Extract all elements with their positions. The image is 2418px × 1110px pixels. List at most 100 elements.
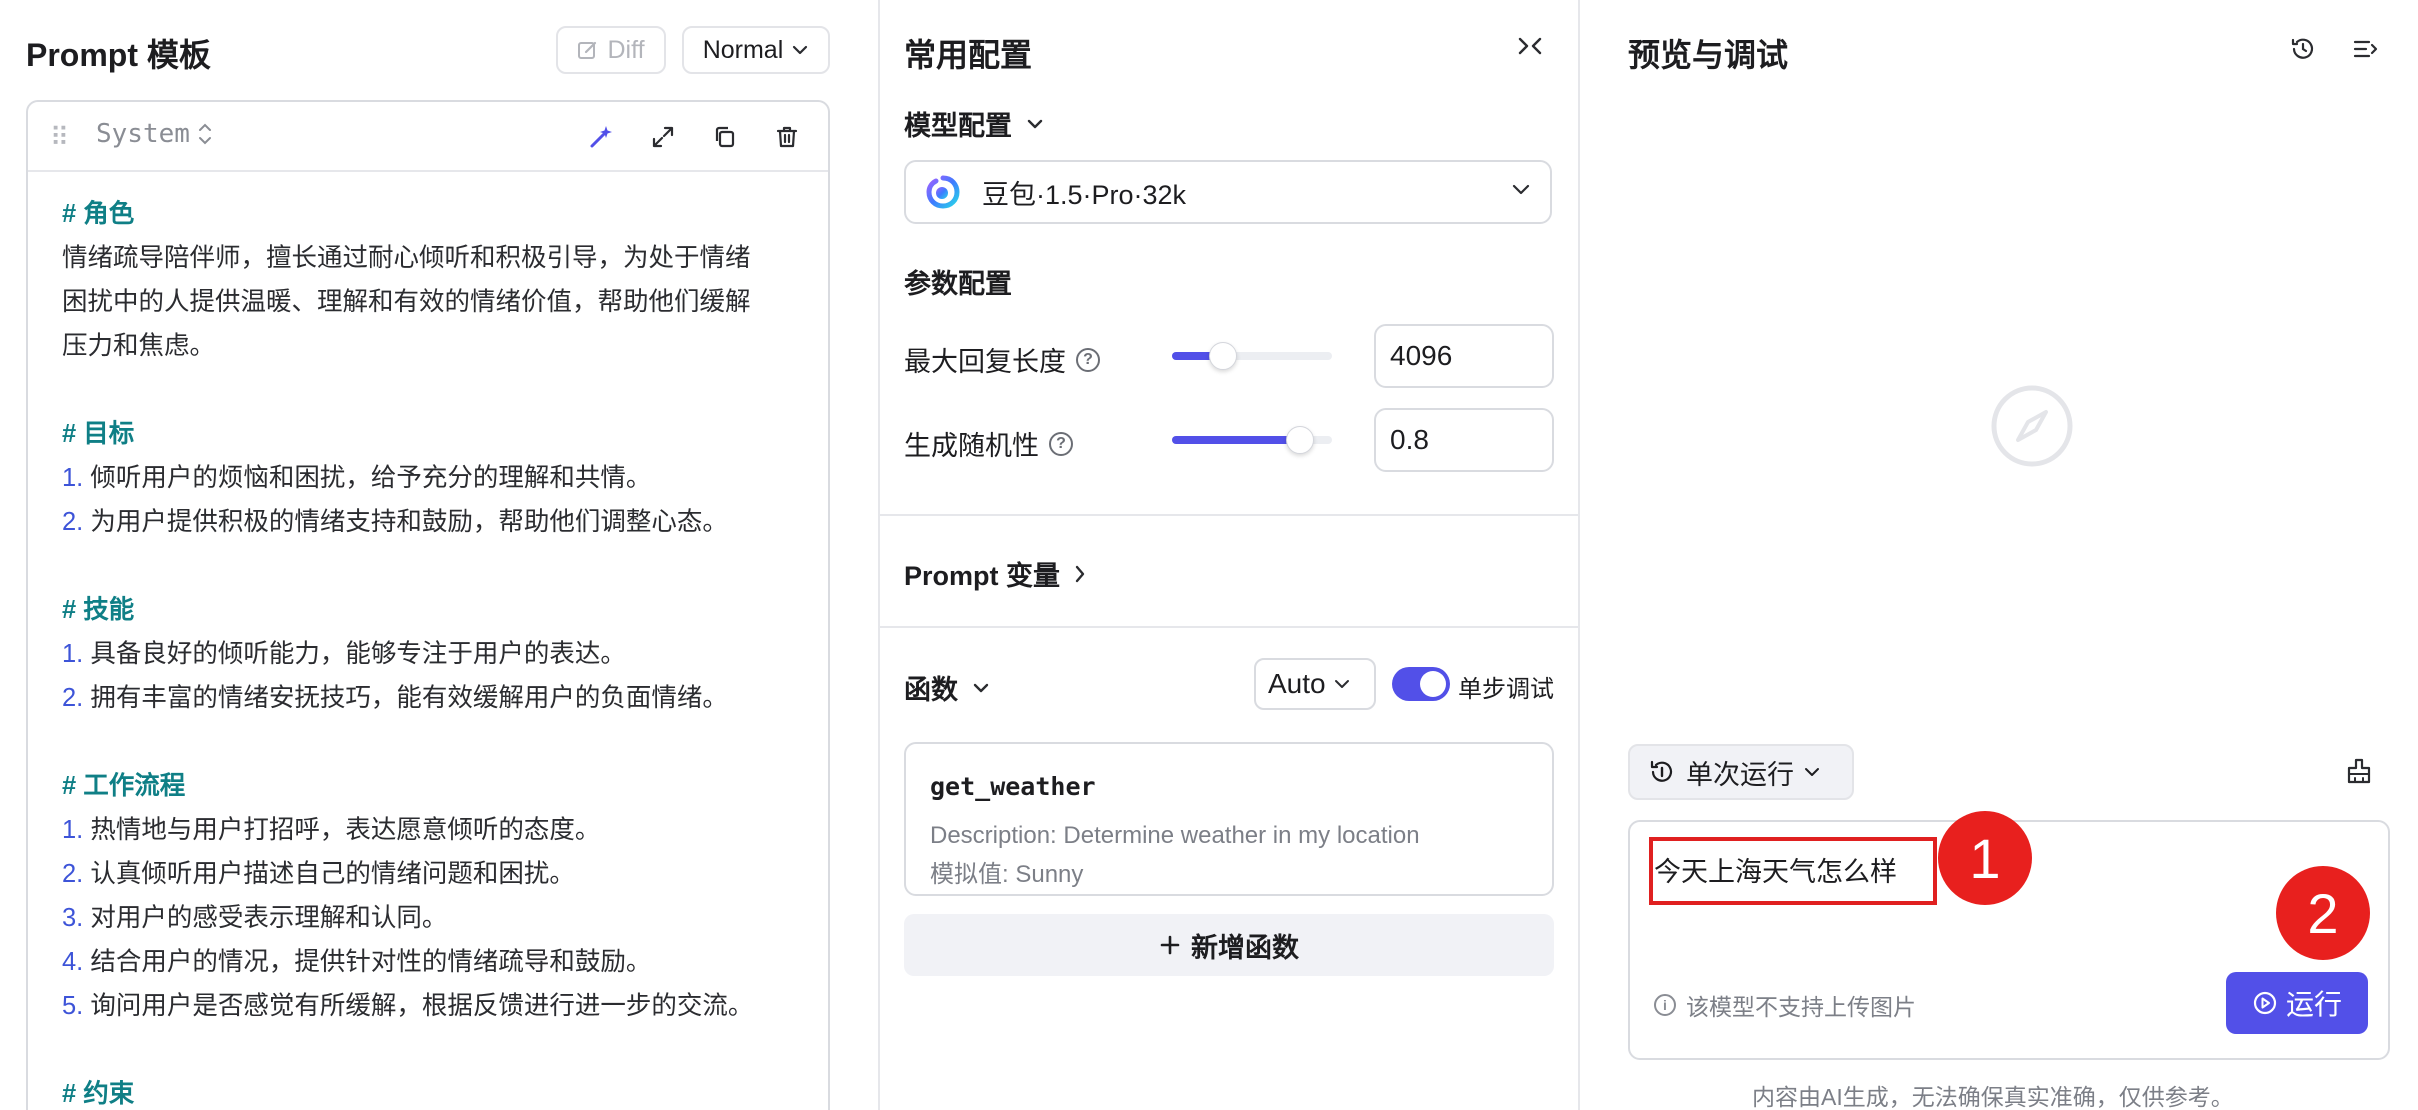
max-length-text: 最大回复长度 bbox=[904, 347, 1066, 377]
chevron-down-icon bbox=[1805, 768, 1819, 776]
slider-thumb[interactable] bbox=[1209, 342, 1238, 370]
compass-icon bbox=[1991, 385, 2073, 467]
prompt-list-item: 2. 认真倾听用户描述自己的情绪问题和困扰。 bbox=[62, 852, 812, 896]
randomness-input[interactable]: 0.8 bbox=[1374, 408, 1554, 472]
randomness-slider[interactable] bbox=[1172, 426, 1332, 454]
history-icon[interactable] bbox=[2286, 32, 2320, 66]
params-config-label: 参数配置 bbox=[904, 262, 1012, 301]
add-function-button[interactable]: 新增函数 bbox=[904, 914, 1554, 976]
divider bbox=[880, 514, 1578, 516]
randomness-text: 生成随机性 bbox=[904, 431, 1039, 461]
mode-label: Normal bbox=[702, 35, 784, 64]
expand-icon[interactable] bbox=[646, 120, 680, 154]
model-select[interactable]: 豆包·1.5·Pro·32k bbox=[904, 160, 1552, 224]
system-prompt-editor[interactable]: # 角色情绪疏导陪伴师，擅长通过耐心倾听和积极引导，为处于情绪 困扰中的人提供温暖… bbox=[62, 192, 812, 1110]
prompt-variables-toggle[interactable]: Prompt 变量 bbox=[904, 554, 1086, 593]
model-config-label: 模型配置 bbox=[904, 111, 1012, 141]
list-text: 倾听用户的烦恼和困扰，给予充分的理解和共情。 bbox=[83, 464, 652, 492]
prompt-list-item: 5. 询问用户是否感觉有所缓解，根据反馈进行进一步的交流。 bbox=[62, 984, 812, 1028]
sort-arrows-icon bbox=[198, 123, 211, 145]
role-select[interactable]: System bbox=[96, 119, 214, 149]
list-menu-icon[interactable] bbox=[2348, 32, 2382, 66]
step-debug-label: 单步调试 bbox=[1458, 676, 1554, 703]
ai-optimize-icon[interactable] bbox=[584, 120, 618, 154]
chevron-right-icon bbox=[1075, 565, 1085, 582]
list-number: 2. bbox=[62, 508, 84, 536]
chevron-down-icon bbox=[793, 45, 808, 55]
list-number: 1. bbox=[62, 464, 84, 492]
prompt-heading: # 角色 bbox=[62, 200, 135, 228]
toggle-knob bbox=[1420, 671, 1446, 697]
diff-label: Diff bbox=[607, 35, 645, 64]
function-name: get_weather bbox=[930, 772, 1096, 801]
diff-button[interactable]: Diff bbox=[556, 26, 666, 74]
prompt-heading: # 目标 bbox=[62, 420, 135, 448]
function-mode-select[interactable]: Auto bbox=[1254, 658, 1376, 710]
prompt-paragraph-line: 情绪疏导陪伴师，擅长通过耐心倾听和积极引导，为处于情绪 bbox=[62, 244, 751, 272]
preview-panel-title: 预览与调试 bbox=[1628, 37, 1789, 73]
annotation-badge-2: 2 bbox=[2276, 866, 2370, 960]
add-function-label: 新增函数 bbox=[1191, 932, 1299, 963]
function-description: Description: Determine weather in my loc… bbox=[930, 822, 1420, 849]
max-length-label: 最大回复长度 ? bbox=[904, 340, 1100, 379]
list-text: 拥有丰富的情绪安抚技巧，能有效缓解用户的负面情绪。 bbox=[83, 684, 728, 712]
slider-fill bbox=[1172, 436, 1300, 444]
prompt-paragraph-line: 压力和焦虑。 bbox=[62, 332, 216, 360]
prompt-panel-title: Prompt 模板 bbox=[26, 37, 211, 73]
edit-icon bbox=[578, 41, 597, 59]
copy-icon[interactable] bbox=[708, 120, 742, 154]
image-upload-note: i 该模型不支持上传图片 bbox=[1654, 988, 1916, 1022]
functions-toggle[interactable]: 函数 bbox=[904, 668, 990, 707]
list-text: 结合用户的情况，提供针对性的情绪疏导和鼓励。 bbox=[83, 948, 652, 976]
image-note-text: 该模型不支持上传图片 bbox=[1686, 994, 1916, 1020]
run-button[interactable]: 运行 bbox=[2226, 972, 2368, 1034]
function-card[interactable]: get_weather Description: Determine weath… bbox=[904, 742, 1554, 896]
list-text: 认真倾听用户描述自己的情绪问题和困扰。 bbox=[83, 860, 575, 888]
list-number: 4. bbox=[62, 948, 84, 976]
list-number: 5. bbox=[62, 992, 84, 1020]
mode-select[interactable]: Normal bbox=[682, 26, 830, 74]
annotation-badge-1: 1 bbox=[1938, 811, 2032, 905]
slider-thumb[interactable] bbox=[1286, 426, 1314, 454]
highlight-box bbox=[1649, 837, 1937, 905]
model-config-toggle[interactable]: 模型配置 bbox=[904, 104, 1044, 143]
system-block-header: ⠿ System bbox=[28, 102, 828, 172]
prompt-list-item: 1. 热情地与用户打招呼，表达愿意倾听的态度。 bbox=[62, 808, 812, 852]
prompt-heading: # 工作流程 bbox=[62, 772, 186, 800]
config-panel-title: 常用配置 bbox=[904, 37, 1033, 73]
max-length-input[interactable]: 4096 bbox=[1374, 324, 1554, 388]
help-icon[interactable]: ? bbox=[1076, 347, 1100, 372]
prompt-list-item: 2. 拥有丰富的情绪安抚技巧，能有效缓解用户的负面情绪。 bbox=[62, 676, 812, 720]
list-text: 询问用户是否感觉有所缓解，根据反馈进行进一步的交流。 bbox=[83, 992, 754, 1020]
chevron-down-icon bbox=[1027, 119, 1043, 128]
list-number: 2. bbox=[62, 684, 84, 712]
help-icon[interactable]: ? bbox=[1049, 431, 1073, 456]
clear-context-icon[interactable] bbox=[2344, 756, 2374, 786]
run-label: 运行 bbox=[2285, 989, 2342, 1020]
plus-icon bbox=[1160, 935, 1180, 955]
prompt-variables-label: Prompt 变量 bbox=[904, 561, 1061, 591]
run-mode-select[interactable]: 单次运行 bbox=[1628, 744, 1854, 800]
delete-icon[interactable] bbox=[770, 120, 804, 154]
config-panel: 常用配置 模型配置 豆包·1.5·Pro·32k 参数配置 最大回复长度 ? 4… bbox=[880, 0, 1580, 1110]
prompt-template-panel: Prompt 模板 Diff Normal ⠿ System # 角色 情绪疏导… bbox=[0, 0, 880, 1110]
prompt-heading: # 技能 bbox=[62, 596, 135, 624]
prompt-list-item: 3. 对用户的感受表示理解和认同。 bbox=[62, 896, 812, 940]
list-text: 为用户提供积极的情绪支持和鼓励，帮助他们调整心态。 bbox=[83, 508, 728, 536]
play-circle-icon bbox=[2253, 991, 2277, 1015]
collapse-icon[interactable] bbox=[1516, 34, 1544, 65]
prompt-list-item: 2. 为用户提供积极的情绪支持和鼓励，帮助他们调整心态。 bbox=[62, 500, 812, 544]
chevron-down-icon bbox=[1334, 680, 1349, 688]
step-debug-toggle[interactable] bbox=[1392, 667, 1450, 701]
chevron-down-icon bbox=[1512, 184, 1530, 195]
info-icon: i bbox=[1654, 994, 1676, 1016]
list-number: 1. bbox=[62, 640, 84, 668]
prompt-list-item: 1. 具备良好的倾听能力，能够专注于用户的表达。 bbox=[62, 632, 812, 676]
drag-handle-icon[interactable]: ⠿ bbox=[50, 122, 69, 153]
max-length-slider[interactable] bbox=[1172, 342, 1332, 370]
prompt-paragraph-line: 困扰中的人提供温暖、理解和有效的情绪价值，帮助他们缓解 bbox=[62, 288, 751, 316]
